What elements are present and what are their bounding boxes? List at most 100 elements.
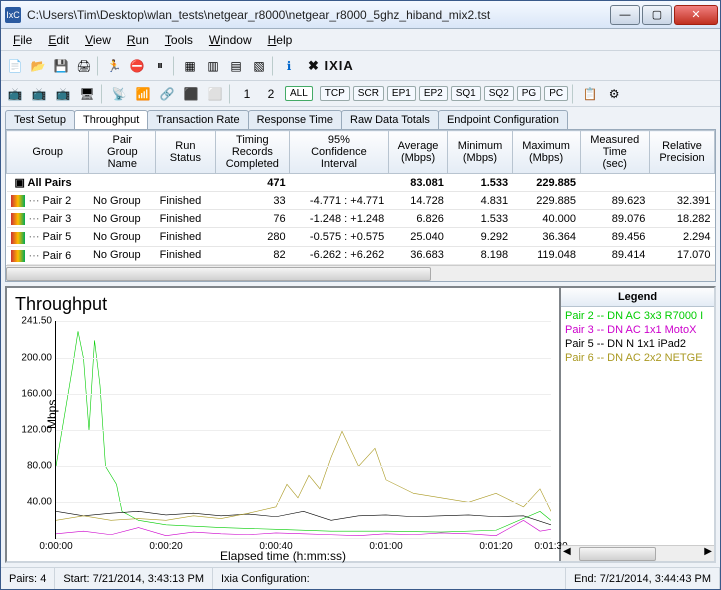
column-header[interactable]: PairGroupName bbox=[89, 131, 156, 174]
y-tick-label: 120.00 bbox=[16, 425, 52, 436]
toolbar-main: 📄 📂 💾 🖨 🏃 ⛔ ⏸ ▦ ▥ ▤ ▧ ℹ ✖ IXIA bbox=[1, 51, 720, 81]
y-tick-label: 160.00 bbox=[16, 389, 52, 400]
config-icon[interactable]: ⚙ bbox=[604, 84, 624, 104]
endpoint-icon[interactable]: 🖥 bbox=[77, 84, 97, 104]
tab-transaction-rate[interactable]: Transaction Rate bbox=[147, 110, 248, 129]
pause-icon[interactable]: ⏸ bbox=[150, 56, 170, 76]
run-icon[interactable]: 🏃 bbox=[104, 56, 124, 76]
net-icon[interactable]: 📡 bbox=[109, 84, 129, 104]
num-icon[interactable]: 1 bbox=[237, 84, 257, 104]
filter-all-button[interactable]: ALL bbox=[285, 86, 313, 101]
column-header[interactable]: RelativePrecision bbox=[649, 131, 714, 174]
menu-view[interactable]: View bbox=[77, 31, 119, 49]
legend-item[interactable]: Pair 5 -- DN N 1x1 iPad2 bbox=[565, 337, 710, 351]
chart-series-line bbox=[56, 511, 551, 524]
separator bbox=[272, 56, 276, 76]
results-grid[interactable]: GroupPairGroupNameRunStatusTimingRecords… bbox=[6, 130, 715, 265]
info-icon[interactable]: ℹ bbox=[279, 56, 299, 76]
maximize-button[interactable]: ▢ bbox=[642, 5, 672, 25]
legend-panel: Legend Pair 2 -- DN AC 3x3 R7000 IPair 3… bbox=[559, 288, 714, 561]
filter-ep2-button[interactable]: EP2 bbox=[419, 86, 448, 101]
table-row[interactable]: ⋯ Pair 6No GroupFinished82-6.262 : +6.26… bbox=[7, 246, 715, 264]
summary-row[interactable]: ▣ All Pairs47183.0811.533229.885 bbox=[7, 174, 715, 192]
close-button[interactable]: ✕ bbox=[674, 5, 718, 25]
filter-tcp-button[interactable]: TCP bbox=[320, 86, 350, 101]
separator bbox=[97, 56, 101, 76]
legend-header: Legend bbox=[561, 288, 714, 307]
legend-item[interactable]: Pair 2 -- DN AC 3x3 R7000 I bbox=[565, 309, 710, 323]
filter-scr-button[interactable]: SCR bbox=[353, 86, 384, 101]
window-title: C:\Users\Tim\Desktop\wlan_tests\netgear_… bbox=[25, 8, 610, 22]
column-header[interactable]: 95%ConfidenceInterval bbox=[290, 131, 389, 174]
net-icon[interactable]: 📶 bbox=[133, 84, 153, 104]
tab-throughput[interactable]: Throughput bbox=[74, 110, 148, 129]
tool3-icon[interactable]: ▤ bbox=[226, 56, 246, 76]
status-pairs: Pairs: 4 bbox=[1, 568, 55, 589]
column-header[interactable]: TimingRecordsCompleted bbox=[215, 131, 290, 174]
status-config: Ixia Configuration: bbox=[213, 568, 566, 589]
y-tick-label: 200.00 bbox=[16, 353, 52, 364]
column-header[interactable]: Average(Mbps) bbox=[388, 131, 448, 174]
column-header[interactable]: Maximum(Mbps) bbox=[512, 131, 580, 174]
table-row[interactable]: ⋯ Pair 5No GroupFinished280-0.575 : +0.5… bbox=[7, 228, 715, 246]
table-row[interactable]: ⋯ Pair 2No GroupFinished33-4.771 : +4.77… bbox=[7, 192, 715, 210]
legend-scrollbar[interactable]: ◀ ▶ bbox=[561, 545, 714, 561]
tool1-icon[interactable]: ▦ bbox=[180, 56, 200, 76]
app-window: IxC C:\Users\Tim\Desktop\wlan_tests\netg… bbox=[0, 0, 721, 590]
filter-pc-button[interactable]: PC bbox=[544, 86, 568, 101]
x-tick-label: 0:00:00 bbox=[39, 541, 72, 552]
tab-test-setup[interactable]: Test Setup bbox=[5, 110, 75, 129]
net-icon[interactable]: ⬛ bbox=[181, 84, 201, 104]
save-icon[interactable]: 💾 bbox=[51, 56, 71, 76]
export-icon[interactable]: 📋 bbox=[580, 84, 600, 104]
x-axis-label: Elapsed time (h:mm:ss) bbox=[220, 549, 346, 563]
column-header[interactable]: Minimum(Mbps) bbox=[448, 131, 512, 174]
print-icon[interactable]: 🖨 bbox=[74, 56, 94, 76]
endpoint-icon[interactable]: 📺 bbox=[53, 84, 73, 104]
titlebar[interactable]: IxC C:\Users\Tim\Desktop\wlan_tests\netg… bbox=[1, 1, 720, 29]
filter-ep1-button[interactable]: EP1 bbox=[387, 86, 416, 101]
endpoint-icon[interactable]: 📺 bbox=[5, 84, 25, 104]
x-tick-label: 0:00:20 bbox=[149, 541, 182, 552]
x-tick-label: 0:01:00 bbox=[369, 541, 402, 552]
column-header[interactable]: RunStatus bbox=[156, 131, 215, 174]
tab-response-time[interactable]: Response Time bbox=[248, 110, 342, 129]
stop-icon[interactable]: ⛔ bbox=[127, 56, 147, 76]
menu-edit[interactable]: Edit bbox=[40, 31, 77, 49]
chart-series-line bbox=[56, 520, 551, 535]
grid-scrollbar[interactable] bbox=[6, 265, 715, 281]
tab-raw-data-totals[interactable]: Raw Data Totals bbox=[341, 110, 439, 129]
menu-file[interactable]: File bbox=[5, 31, 40, 49]
menu-window[interactable]: Window bbox=[201, 31, 260, 49]
toolbar-secondary: 📺 📺 📺 🖥 📡 📶 🔗 ⬛ ⬜ 1 2 ALL TCPSCREP1EP2SQ… bbox=[1, 81, 720, 107]
minimize-button[interactable]: — bbox=[610, 5, 640, 25]
net-icon[interactable]: 🔗 bbox=[157, 84, 177, 104]
net-icon[interactable]: ⬜ bbox=[205, 84, 225, 104]
filter-pg-button[interactable]: PG bbox=[517, 86, 541, 101]
y-tick-label: 40.00 bbox=[16, 497, 52, 508]
tool2-icon[interactable]: ▥ bbox=[203, 56, 223, 76]
endpoint-icon[interactable]: 📺 bbox=[29, 84, 49, 104]
menu-help[interactable]: Help bbox=[260, 31, 301, 49]
open-icon[interactable]: 📂 bbox=[28, 56, 48, 76]
legend-item[interactable]: Pair 6 -- DN AC 2x2 NETGE bbox=[565, 351, 710, 365]
y-tick-label: 80.00 bbox=[16, 461, 52, 472]
legend-item[interactable]: Pair 3 -- DN AC 1x1 MotoX bbox=[565, 323, 710, 337]
menu-run[interactable]: Run bbox=[119, 31, 157, 49]
tool4-icon[interactable]: ▧ bbox=[249, 56, 269, 76]
filter-sq1-button[interactable]: SQ1 bbox=[451, 86, 481, 101]
x-tick-label: 0:01:20 bbox=[479, 541, 512, 552]
new-icon[interactable]: 📄 bbox=[5, 56, 25, 76]
chart-area: Throughput Mbps 40.0080.00120.00160.0020… bbox=[5, 286, 716, 563]
tab-endpoint-configuration[interactable]: Endpoint Configuration bbox=[438, 110, 568, 129]
chart-panel: Throughput Mbps 40.0080.00120.00160.0020… bbox=[7, 288, 559, 561]
table-row[interactable]: ⋯ Pair 3No GroupFinished76-1.248 : +1.24… bbox=[7, 210, 715, 228]
num-icon[interactable]: 2 bbox=[261, 84, 281, 104]
column-header[interactable]: Group bbox=[7, 131, 89, 174]
tab-strip: Test SetupThroughputTransaction RateResp… bbox=[1, 107, 720, 129]
chart-plot[interactable]: Mbps 40.0080.00120.00160.00200.00241.500… bbox=[55, 321, 551, 539]
filter-sq2-button[interactable]: SQ2 bbox=[484, 86, 514, 101]
legend-body: Pair 2 -- DN AC 3x3 R7000 IPair 3 -- DN … bbox=[561, 307, 714, 545]
menu-tools[interactable]: Tools bbox=[157, 31, 201, 49]
column-header[interactable]: MeasuredTime(sec) bbox=[580, 131, 649, 174]
